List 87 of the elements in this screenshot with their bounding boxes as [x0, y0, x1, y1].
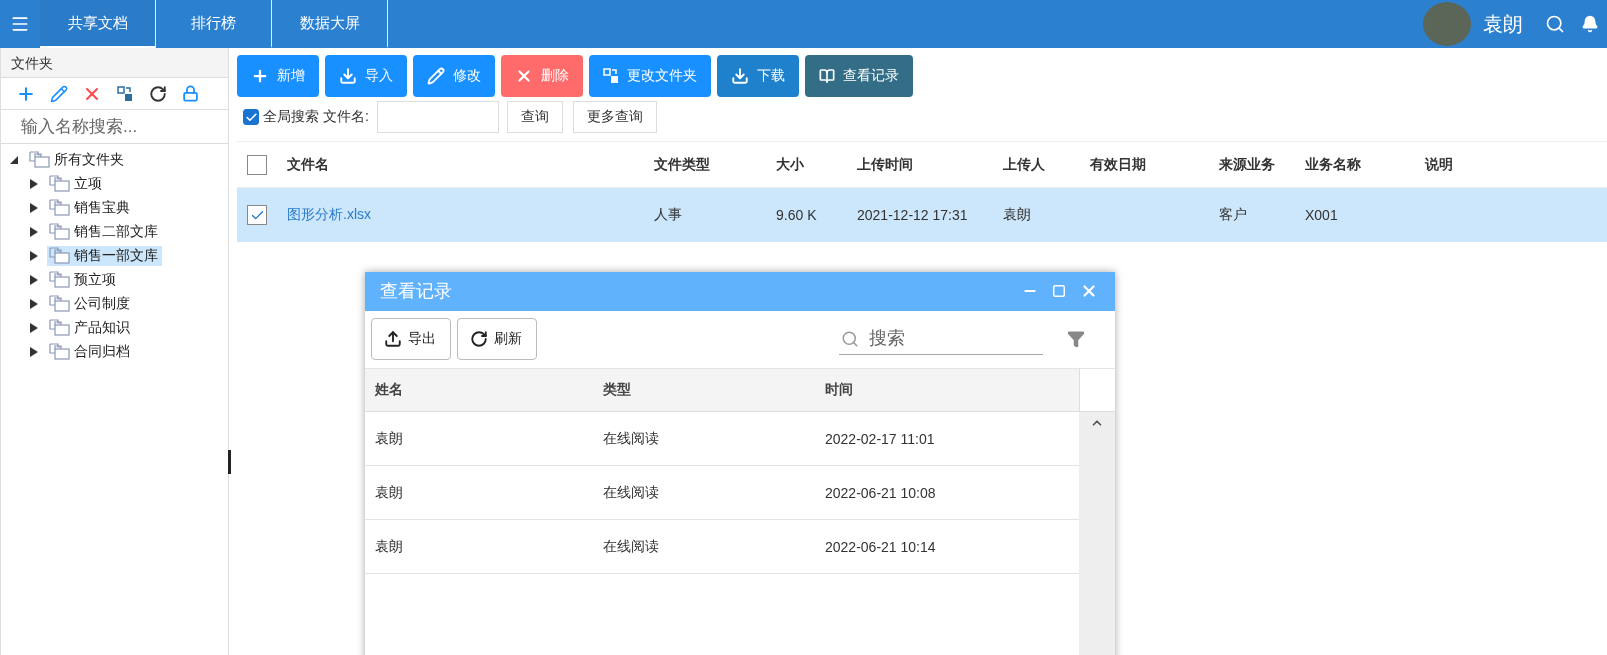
- book-icon: [819, 68, 835, 84]
- table-cell: 2022-06-21 10:08: [825, 484, 936, 501]
- collapse-arrow-icon[interactable]: [9, 155, 19, 165]
- folder-icon: [49, 175, 71, 193]
- splitter-handle[interactable]: [228, 450, 231, 474]
- table-cell: 袁朗: [375, 429, 403, 448]
- table-row[interactable]: 图形分析.xlsx 人事 9.60 K 2021-12-12 17:31 袁朗 客户 X001: [237, 188, 1607, 242]
- table-cell: 2022-06-21 10:14: [825, 538, 936, 555]
- column-header: 业务名称: [1305, 155, 1361, 174]
- search-icon: [841, 329, 859, 348]
- download-icon: [731, 67, 749, 85]
- filter-icon[interactable]: [1067, 330, 1085, 349]
- column-header: 上传时间: [857, 155, 913, 174]
- panel-title: 文件夹: [1, 48, 228, 78]
- refresh-icon: [470, 330, 488, 349]
- folder-icon: [49, 199, 71, 217]
- column-header: 类型: [603, 381, 631, 399]
- folder-icon: [49, 223, 71, 241]
- query-button[interactable]: 更多查询: [572, 101, 657, 133]
- pencil-icon: [427, 67, 445, 85]
- folder-icon: [49, 295, 71, 313]
- filename-field[interactable]: [376, 101, 499, 133]
- folder-icon: [49, 247, 71, 265]
- table-cell: 2021-12-12 17:31: [857, 207, 968, 223]
- tree-item[interactable]: 预立项: [47, 270, 120, 290]
- folder-icon: [29, 151, 51, 169]
- tree-item[interactable]: 销售一部文库: [47, 246, 162, 266]
- tree-item[interactable]: 产品知识: [47, 318, 134, 338]
- table-cell: 客户: [1219, 206, 1247, 224]
- dialog-button[interactable]: 刷新: [457, 318, 537, 361]
- column-header: 有效日期: [1090, 155, 1146, 174]
- table-cell: 在线阅读: [603, 429, 659, 448]
- table-cell: X001: [1305, 207, 1338, 223]
- expand-arrow-icon[interactable]: [29, 323, 39, 333]
- close-icon: [515, 67, 533, 85]
- expand-arrow-icon[interactable]: [29, 227, 39, 237]
- column-header: 上传人: [1003, 155, 1045, 174]
- column-header: 文件类型: [654, 155, 710, 174]
- column-header: 说明: [1425, 155, 1453, 174]
- checkbox[interactable]: [243, 109, 259, 125]
- expand-arrow-icon[interactable]: [29, 299, 39, 309]
- dialog-title: 查看记录: [380, 280, 453, 304]
- expand-arrow-icon[interactable]: [29, 275, 39, 285]
- download-icon: [339, 67, 357, 85]
- scrollbar[interactable]: [1079, 412, 1115, 655]
- nav-tab[interactable]: 数据大屏: [272, 0, 388, 48]
- expand-arrow-icon[interactable]: [29, 179, 39, 189]
- tree-item[interactable]: 公司制度: [47, 294, 134, 314]
- nav-tab[interactable]: 共享文档: [40, 0, 156, 48]
- tree-item[interactable]: 立项: [47, 174, 106, 194]
- file-link[interactable]: 图形分析.xlsx: [287, 206, 371, 224]
- folder-icon: [49, 319, 71, 337]
- tree-item[interactable]: 销售二部文库: [47, 222, 162, 242]
- tree-item[interactable]: 销售宝典: [47, 198, 134, 218]
- plus-icon: [251, 67, 269, 85]
- folder-icon: [49, 343, 71, 361]
- table-cell: 在线阅读: [603, 537, 659, 556]
- field-label: 文件名:: [323, 108, 369, 126]
- checkbox[interactable]: [247, 154, 267, 175]
- dialog-button[interactable]: 导出: [371, 318, 451, 361]
- expand-arrow-icon[interactable]: [29, 347, 39, 357]
- column-header: 来源业务: [1219, 155, 1275, 174]
- column-header: 大小: [776, 155, 804, 174]
- table-cell: 袁朗: [1003, 206, 1031, 224]
- tree-item[interactable]: 合同归档: [47, 342, 134, 362]
- toolbar-button[interactable]: 查看记录: [805, 55, 913, 97]
- upload-icon: [384, 330, 402, 349]
- table-cell: 袁朗: [375, 483, 403, 502]
- folder-icon: [49, 271, 71, 289]
- check-icon: [244, 110, 258, 124]
- move-icon: [603, 68, 619, 84]
- table-cell: 9.60 K: [776, 207, 817, 223]
- toolbar-button[interactable]: 下载: [717, 55, 799, 97]
- table-cell: 人事: [654, 206, 682, 224]
- query-button[interactable]: 查询: [506, 101, 563, 133]
- column-header: 时间: [825, 381, 853, 399]
- checkbox[interactable]: [247, 205, 267, 225]
- table-cell: 在线阅读: [603, 483, 659, 502]
- table-cell: 袁朗: [375, 537, 403, 556]
- expand-arrow-icon[interactable]: [29, 203, 39, 213]
- column-header: 文件名: [287, 155, 329, 174]
- tree-item[interactable]: 所有文件夹: [27, 150, 128, 170]
- table-cell: 2022-02-17 11:01: [825, 430, 935, 447]
- column-header: 姓名: [375, 381, 403, 399]
- checkbox-label: 全局搜索: [263, 108, 319, 126]
- user-name: 袁朗: [1483, 11, 1523, 37]
- expand-arrow-icon[interactable]: [29, 251, 39, 261]
